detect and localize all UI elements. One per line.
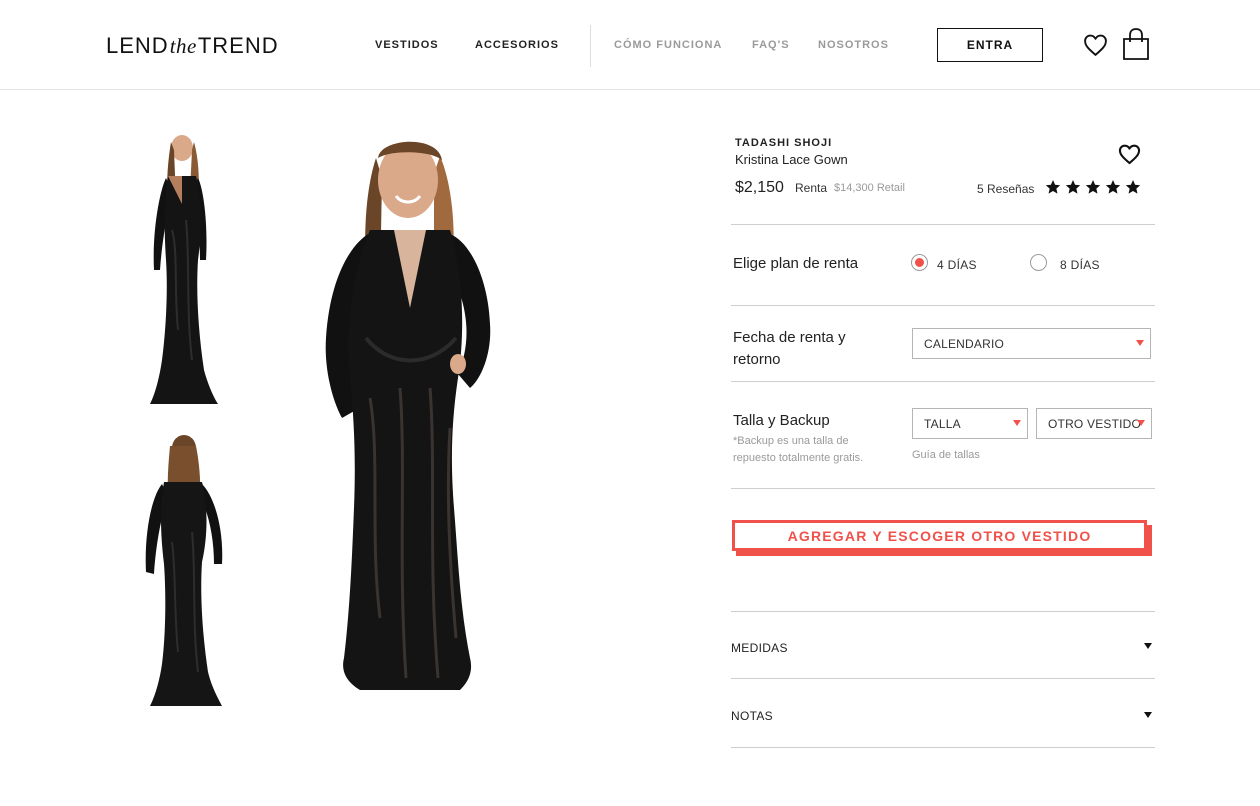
add-to-cart-button[interactable]: AGREGAR Y ESCOGER OTRO VESTIDO [732,520,1147,551]
login-button[interactable]: ENTRA [937,28,1043,62]
site-header: LEND the TREND VESTIDOS ACCESORIOS CÓMO … [0,0,1260,90]
rental-dates-label-line1: Fecha de renta y [733,329,846,346]
logo-the: the [169,34,197,58]
product-main-image[interactable] [310,138,510,698]
shopping-bag-icon[interactable] [1122,27,1150,61]
rental-dates-label: Fecha de renta y retorno [733,327,846,371]
favorite-heart-icon[interactable] [1118,144,1141,165]
section-divider [731,224,1155,225]
caret-down-icon [1137,420,1145,426]
plan-4-days-label[interactable]: 4 DÍAS [937,258,977,272]
radio-selected-dot [915,258,924,267]
accordion-medidas[interactable]: MEDIDAS [731,641,788,655]
rental-price-label: Renta [795,181,828,195]
plan-8-days-label[interactable]: 8 DÍAS [1060,258,1100,272]
size-select-value: TALLA [924,416,961,431]
logo-lend: LEND [106,33,169,58]
size-select[interactable]: TALLA [912,408,1028,439]
section-divider [731,611,1155,612]
nav-faqs[interactable]: FAQ'S [752,39,790,51]
nav-nosotros[interactable]: NOSOTROS [818,39,889,51]
retail-price: $14,300 Retail [834,182,905,194]
reviews-link[interactable]: 5 Reseñas [977,182,1034,196]
rental-dates-label-line2: retorno [733,351,781,368]
size-backup-label: Talla y Backup [733,412,830,429]
backup-note-line2: repuesto totalmente gratis. [733,452,864,464]
nav-accesorios[interactable]: ACCESORIOS [475,39,559,51]
size-guide-link[interactable]: Guía de tallas [912,449,980,461]
nav-vestidos[interactable]: VESTIDOS [375,39,439,51]
nav-como-funciona[interactable]: CÓMO FUNCIONA [614,39,722,51]
product-thumbnail-back[interactable] [136,432,228,712]
star-icon [1065,180,1081,194]
heart-icon[interactable] [1083,33,1108,58]
caret-down-icon [1013,420,1021,426]
rental-price: $2,150 [735,179,784,196]
logo-trend: TREND [197,33,279,58]
star-icon [1125,180,1141,194]
rental-plan-label: Elige plan de renta [733,255,859,272]
product-thumbnail-front[interactable] [138,130,228,410]
section-divider [731,305,1155,306]
product-designer[interactable]: TADASHI SHOJI [735,137,832,149]
star-icon [1105,180,1121,194]
brand-logo[interactable]: LEND the TREND [106,33,279,58]
calendar-select-value: CALENDARIO [924,336,1005,351]
section-divider [731,381,1155,382]
star-icon [1085,180,1101,194]
plan-4-days-radio[interactable] [911,254,928,271]
product-name: Kristina Lace Gown [735,152,848,167]
calendar-select[interactable]: CALENDARIO [912,328,1151,359]
section-divider [731,488,1155,489]
nav-divider [590,25,591,67]
backup-select-value: OTRO VESTIDO [1048,416,1142,431]
caret-down-icon[interactable] [1144,643,1152,649]
plan-8-days-radio[interactable] [1030,254,1047,271]
star-icon [1045,180,1061,194]
caret-down-icon [1136,340,1144,346]
backup-note: *Backup es una talla de repuesto totalme… [733,433,883,467]
rating-stars[interactable] [1045,179,1141,195]
backup-note-line1: *Backup es una talla de [733,435,849,447]
backup-select[interactable]: OTRO VESTIDO [1036,408,1152,439]
section-divider [731,678,1155,679]
accordion-notas[interactable]: NOTAS [731,709,773,723]
section-divider [731,747,1155,748]
caret-down-icon[interactable] [1144,712,1152,718]
